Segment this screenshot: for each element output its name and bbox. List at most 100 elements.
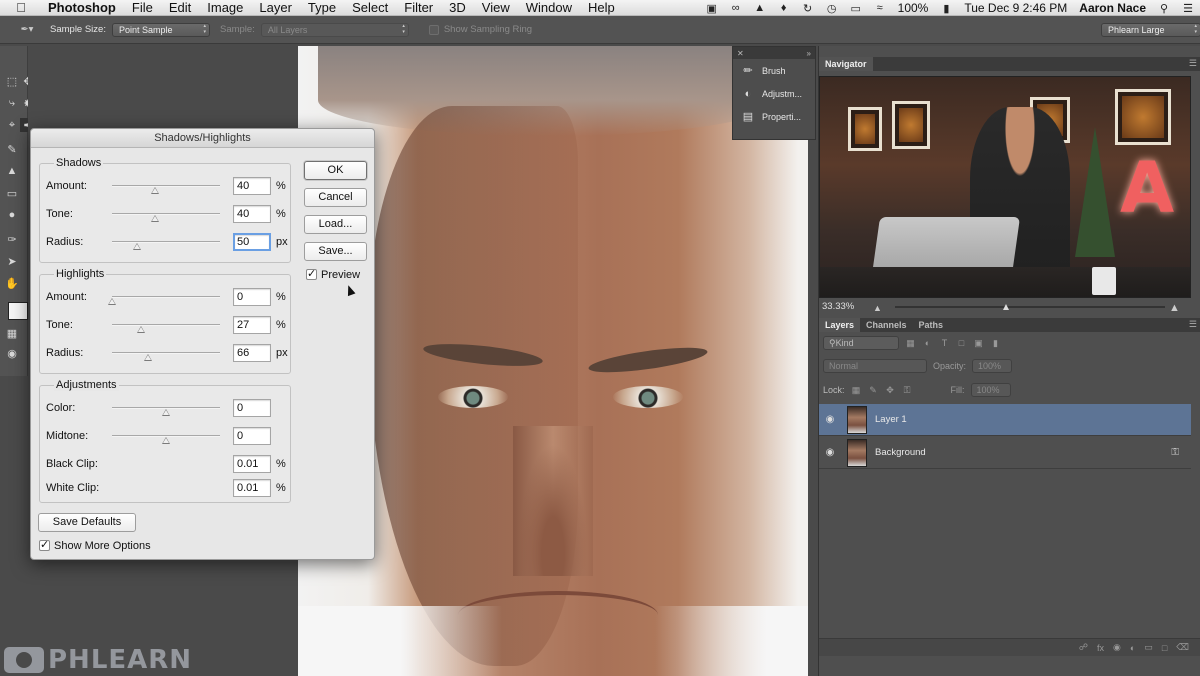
highlights-radius-slider[interactable]	[112, 352, 220, 354]
menu-layer[interactable]: Layer	[251, 0, 300, 16]
layer-row-background[interactable]: ◉ Background ⚿	[819, 437, 1191, 469]
sync-icon[interactable]: ↻	[799, 2, 817, 15]
clock-icon[interactable]: ◷	[823, 2, 841, 15]
zoom-in-icon[interactable]: ▲	[1169, 301, 1180, 315]
tab-navigator[interactable]: Navigator	[819, 57, 873, 71]
color-slider-thumb[interactable]	[162, 409, 170, 416]
lock-image-icon[interactable]: ✎	[868, 385, 879, 396]
type-filter-icon[interactable]: T	[939, 338, 950, 349]
shadows-tone-slider-thumb[interactable]	[151, 215, 160, 222]
tab-channels[interactable]: Channels	[860, 318, 913, 332]
menu-filter[interactable]: Filter	[396, 0, 441, 16]
dock-item-brush[interactable]: ✏ Brush	[733, 59, 815, 82]
smart-object-filter-icon[interactable]: ▣	[973, 338, 984, 349]
menu-edit[interactable]: Edit	[161, 0, 199, 16]
navigator-thumbnail[interactable]: A	[819, 76, 1191, 298]
shadows-tone-input[interactable]: 40	[233, 205, 271, 223]
highlights-amount-slider[interactable]	[112, 296, 220, 298]
highlights-tone-slider-thumb[interactable]	[137, 326, 146, 333]
zoom-slider-thumb[interactable]	[1003, 304, 1009, 310]
evernote-icon[interactable]: ♦	[775, 2, 793, 14]
pixel-filter-icon[interactable]: ▦	[905, 338, 916, 349]
notification-center-icon[interactable]: ☰	[1179, 2, 1197, 15]
add-mask-icon[interactable]: ◉	[1113, 642, 1121, 653]
dock-item-adjustments[interactable]: ◐ Adjustm...	[733, 82, 815, 105]
panel-menu-icon[interactable]: ☰	[1189, 58, 1197, 69]
load-button[interactable]: Load...	[304, 215, 367, 234]
tab-paths[interactable]: Paths	[913, 318, 950, 332]
highlights-amount-slider-thumb[interactable]	[108, 298, 116, 305]
white-clip-input[interactable]: 0.01	[233, 479, 271, 497]
preview-label[interactable]: Preview	[321, 269, 360, 281]
highlights-radius-slider-thumb[interactable]	[143, 354, 152, 361]
menu-view[interactable]: View	[474, 0, 518, 16]
camera-icon[interactable]: ▣	[703, 2, 721, 15]
blend-mode-select[interactable]: Normal	[823, 359, 927, 373]
menu-3d[interactable]: 3D	[441, 0, 474, 16]
highlights-tone-slider[interactable]	[112, 324, 220, 326]
crop-tool-icon[interactable]: ⌖	[4, 118, 20, 132]
show-more-options-label[interactable]: Show More Options	[54, 540, 151, 552]
menu-window[interactable]: Window	[518, 0, 580, 16]
hand-tool-icon[interactable]: ✋	[4, 276, 20, 290]
black-clip-input[interactable]: 0.01	[233, 455, 271, 473]
workspace-select[interactable]: Phlearn Large	[1101, 22, 1200, 37]
shadows-radius-slider[interactable]	[112, 241, 220, 243]
ok-button[interactable]: OK	[304, 161, 367, 180]
tab-layers[interactable]: Layers	[819, 318, 861, 332]
shadows-amount-slider[interactable]	[112, 185, 220, 187]
layer-name[interactable]: Background	[875, 447, 926, 458]
filter-toggle-icon[interactable]: ▮	[990, 338, 1001, 349]
highlights-tone-input[interactable]: 27	[233, 316, 271, 334]
delete-layer-icon[interactable]: ⌫	[1176, 642, 1189, 653]
clock-datetime[interactable]: Tue Dec 9 2:46 PM	[964, 1, 1067, 15]
save-defaults-button[interactable]: Save Defaults	[38, 513, 136, 532]
layer-row-layer-1[interactable]: ◉ Layer 1	[819, 404, 1191, 436]
quick-mask-icon[interactable]: ◉	[4, 346, 20, 360]
visibility-eye-icon[interactable]: ◉	[819, 414, 841, 425]
menu-file[interactable]: File	[124, 0, 161, 16]
sampling-ring-checkbox[interactable]	[428, 24, 439, 35]
shadows-amount-input[interactable]: 40	[233, 177, 271, 195]
zoom-out-icon[interactable]: ▲	[873, 301, 882, 315]
path-selection-tool-icon[interactable]: ➤	[4, 254, 20, 268]
preview-checkbox[interactable]: ✓	[306, 269, 317, 280]
shadows-amount-slider-thumb[interactable]	[151, 187, 160, 194]
zoom-slider[interactable]	[895, 306, 1165, 308]
blur-tool-icon[interactable]: ●	[4, 208, 20, 222]
spotlight-search-icon[interactable]: ⚲	[1155, 2, 1173, 15]
color-input[interactable]: 0	[233, 399, 271, 417]
layer-style-icon[interactable]: fx	[1097, 643, 1104, 653]
menu-help[interactable]: Help	[580, 0, 623, 16]
highlights-radius-input[interactable]: 66	[233, 344, 271, 362]
menu-image[interactable]: Image	[199, 0, 251, 16]
airplay-icon[interactable]: ▭	[847, 2, 865, 15]
new-adjustment-layer-icon[interactable]: ◐	[1130, 643, 1135, 653]
layer-kind-select[interactable]: ⚲Kind	[823, 336, 899, 350]
shadows-tone-slider[interactable]	[112, 213, 220, 215]
adjustment-filter-icon[interactable]: ◐	[922, 338, 933, 349]
eyedropper-tool-preset-icon[interactable]: ✒▾	[14, 19, 40, 41]
dialog-title[interactable]: Shadows/Highlights	[31, 129, 374, 148]
apple-icon[interactable]: 	[14, 0, 28, 15]
layer-name[interactable]: Layer 1	[875, 414, 907, 425]
lasso-tool-icon[interactable]: ⤷	[4, 96, 20, 110]
shape-filter-icon[interactable]: □	[956, 338, 967, 349]
dock-item-properties[interactable]: ▤ Properti...	[733, 105, 815, 128]
battery-icon[interactable]: ▮	[937, 2, 955, 15]
expand-icon[interactable]: »	[807, 49, 811, 58]
save-button[interactable]: Save...	[304, 242, 367, 261]
lock-all-icon[interactable]: ⚿	[902, 385, 913, 396]
stamp-tool-icon[interactable]: ▲	[4, 164, 20, 178]
healing-brush-tool-icon[interactable]: ✎	[4, 142, 20, 156]
wifi-icon[interactable]: ≈	[871, 2, 889, 14]
fill-input[interactable]: 100%	[970, 383, 1011, 397]
pen-tool-icon[interactable]: ✑	[4, 232, 20, 246]
show-more-options-checkbox[interactable]: ✓	[39, 540, 50, 551]
cancel-button[interactable]: Cancel	[304, 188, 367, 207]
sample-size-select[interactable]: Point Sample	[111, 22, 210, 37]
zoom-value[interactable]: 33.33%	[822, 301, 854, 312]
link-layers-icon[interactable]: ☍	[1079, 642, 1088, 653]
creative-cloud-icon[interactable]: ∞	[727, 2, 745, 14]
sample-select[interactable]: All Layers	[260, 22, 409, 37]
